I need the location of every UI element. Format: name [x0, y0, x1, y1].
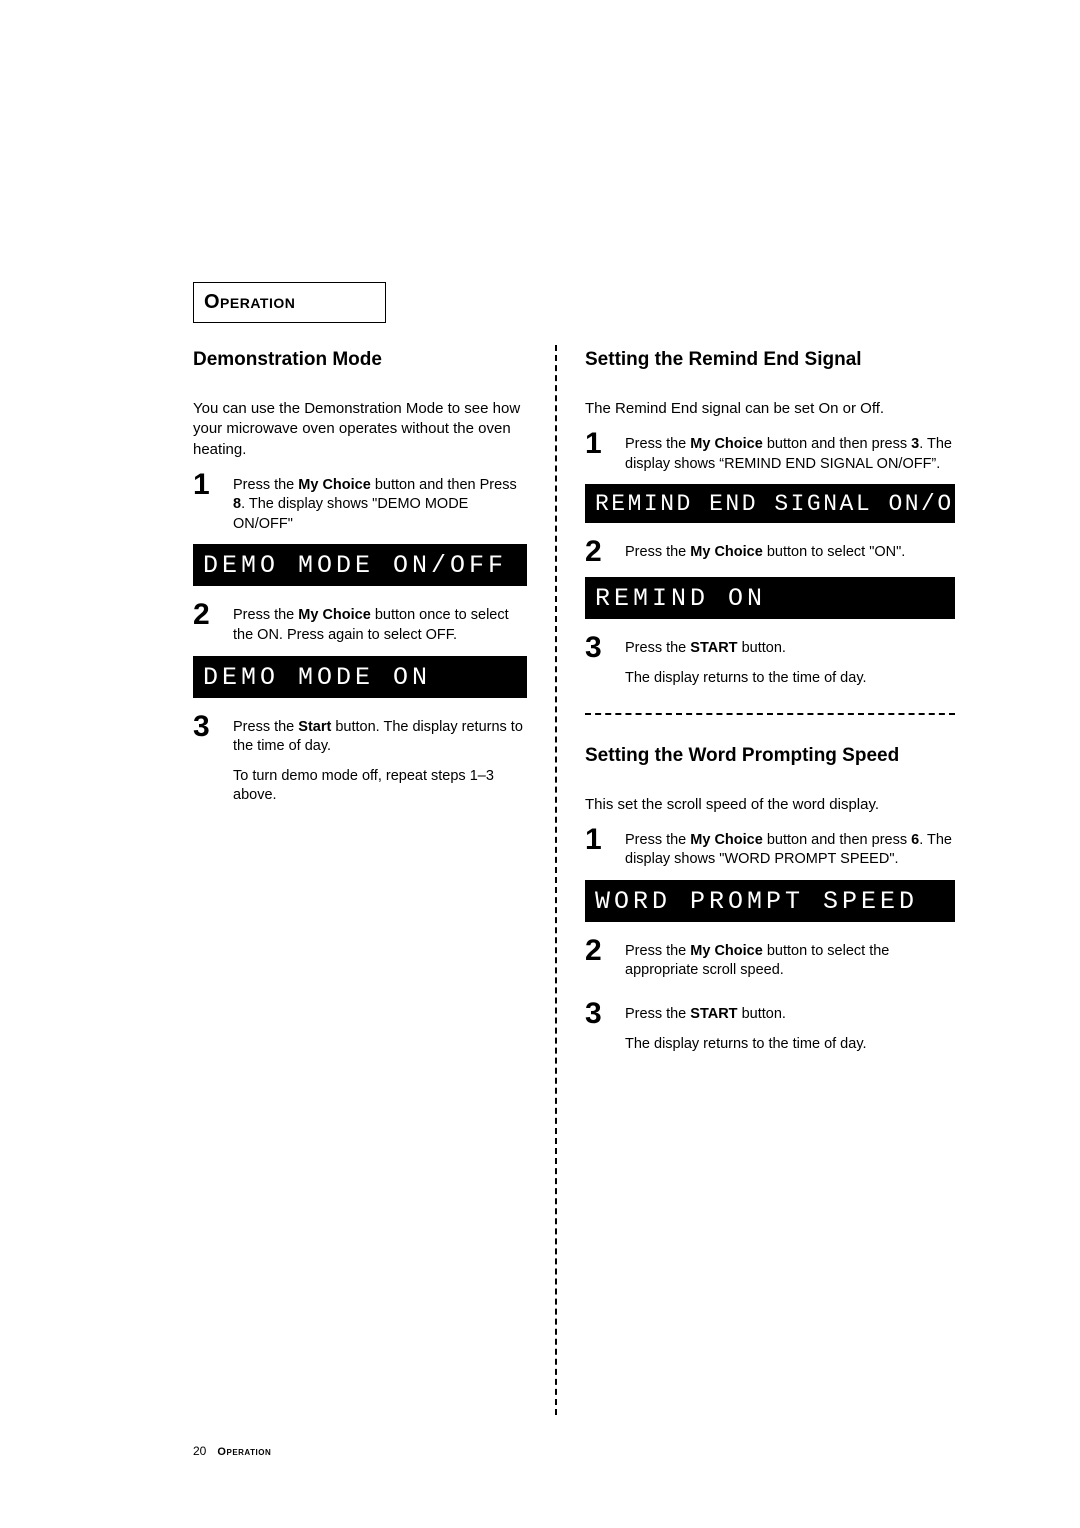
lcd-display: DEMO MODE ON/OFF [193, 544, 527, 586]
section-tab: Operation [193, 282, 386, 323]
step-3: 3 Press the Start button. The display re… [193, 712, 527, 806]
step-subtext: To turn demo mode off, repeat steps 1–3 … [233, 767, 527, 806]
heading-demo-mode: Demonstration Mode [193, 349, 527, 371]
lcd-display: REMIND ON [585, 577, 955, 619]
heading-word-prompt: Setting the Word Prompting Speed [585, 745, 955, 767]
step-number: 3 [585, 999, 611, 1054]
section-tab-label: Operation [204, 291, 295, 313]
step-text: Press the My Choice button to select the… [625, 936, 955, 981]
step-1: 1 Press the My Choice button and then pr… [585, 825, 955, 870]
step-number: 1 [585, 429, 611, 474]
content-columns: Demonstration Mode You can use the Demon… [193, 345, 955, 1415]
step-text: Press the My Choice button and then Pres… [233, 470, 527, 535]
step-2: 2 Press the My Choice button to select t… [585, 936, 955, 981]
step-text: Press the My Choice button and then pres… [625, 429, 955, 474]
step-text: Press the My Choice button to select "ON… [625, 537, 905, 567]
page-footer: 20 Operation [193, 1444, 271, 1458]
step-number: 1 [585, 825, 611, 870]
step-number: 2 [585, 537, 611, 567]
horizontal-divider [585, 713, 955, 715]
step-number: 3 [193, 712, 219, 806]
step-3: 3 Press the START button. The display re… [585, 633, 955, 688]
lcd-display: DEMO MODE ON [193, 656, 527, 698]
page-number: 20 [193, 1444, 206, 1458]
step-subtext: The display returns to the time of day. [625, 669, 867, 689]
right-column: Setting the Remind End Signal The Remind… [585, 345, 955, 1415]
lcd-display: REMIND END SIGNAL ON/OFF [585, 484, 955, 523]
step-2: 2 Press the My Choice button once to sel… [193, 600, 527, 645]
step-number: 3 [585, 633, 611, 688]
heading-remind-end: Setting the Remind End Signal [585, 349, 955, 371]
step-text: Press the Start button. The display retu… [233, 712, 527, 806]
manual-page: Operation Demonstration Mode You can use… [0, 0, 1080, 1528]
step-number: 2 [585, 936, 611, 981]
lcd-display: WORD PROMPT SPEED [585, 880, 955, 922]
step-3: 3 Press the START button. The display re… [585, 999, 955, 1054]
step-number: 1 [193, 470, 219, 535]
intro-remind-end: The Remind End signal can be set On or O… [585, 399, 955, 419]
step-text: Press the START button. The display retu… [625, 999, 867, 1054]
intro-word-prompt: This set the scroll speed of the word di… [585, 795, 955, 815]
step-text: Press the START button. The display retu… [625, 633, 867, 688]
step-text: Press the My Choice button and then pres… [625, 825, 955, 870]
left-column: Demonstration Mode You can use the Demon… [193, 345, 527, 1415]
step-1: 1 Press the My Choice button and then pr… [585, 429, 955, 474]
step-subtext: The display returns to the time of day. [625, 1035, 867, 1055]
footer-section-label: Operation [217, 1446, 271, 1458]
step-1: 1 Press the My Choice button and then Pr… [193, 470, 527, 535]
step-number: 2 [193, 600, 219, 645]
step-2: 2 Press the My Choice button to select "… [585, 537, 955, 567]
vertical-divider [555, 345, 557, 1415]
intro-demo-mode: You can use the Demonstration Mode to se… [193, 399, 527, 460]
step-text: Press the My Choice button once to selec… [233, 600, 527, 645]
